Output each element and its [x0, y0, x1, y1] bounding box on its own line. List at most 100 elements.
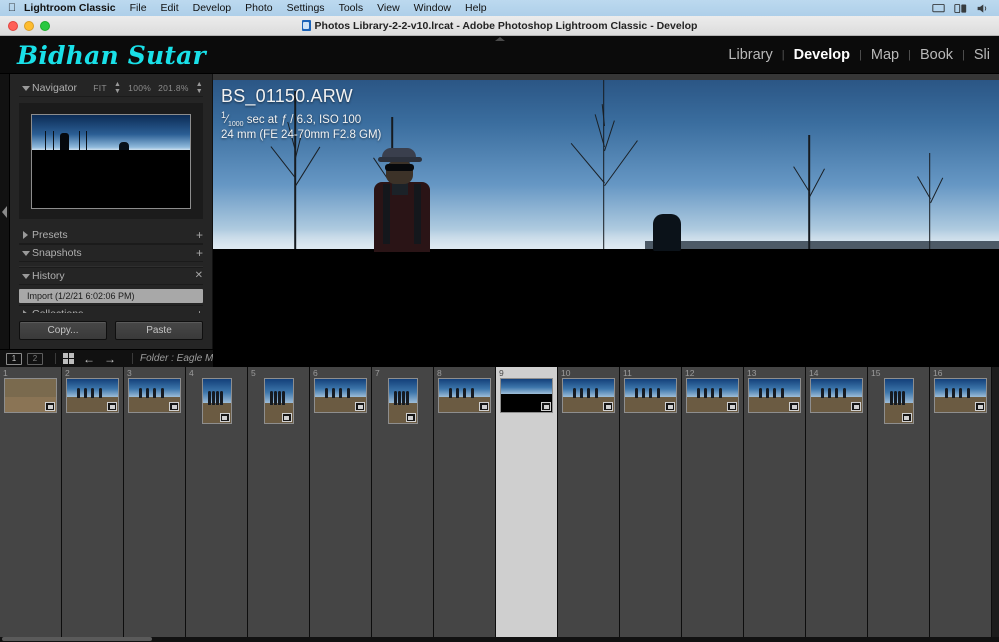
zoom-100-option[interactable]: 100%	[128, 83, 151, 93]
disclosure-triangle-icon[interactable]	[19, 273, 32, 279]
filmstrip-thumbnail-image[interactable]	[4, 378, 57, 413]
filmstrip-thumbnail[interactable]: 5	[248, 367, 310, 642]
filmstrip-thumbnail[interactable]: 16	[930, 367, 992, 642]
history-item-import[interactable]: Import (1/2/21 6:02:06 PM)	[19, 289, 203, 303]
left-panel-footer: Copy... Paste	[10, 313, 212, 349]
filmstrip-thumbnail-image[interactable]	[438, 378, 491, 413]
filmstrip-thumbnail-image[interactable]	[562, 378, 615, 413]
menu-file[interactable]: File	[123, 2, 154, 14]
module-slideshow[interactable]: Sli	[965, 47, 999, 63]
filmstrip-scroll-thumb[interactable]	[2, 637, 152, 641]
minimize-button[interactable]	[24, 20, 34, 31]
panel-collections[interactable]: Collections +	[19, 306, 203, 313]
menu-help[interactable]: Help	[458, 2, 494, 14]
disclosure-triangle-icon[interactable]	[19, 310, 32, 313]
zoom-fit-option[interactable]: FIT	[93, 83, 107, 93]
filmstrip-thumbnail[interactable]: 8	[434, 367, 496, 642]
filmstrip-thumbnail-image[interactable]	[934, 378, 987, 413]
add-snapshot-button[interactable]: +	[196, 247, 203, 259]
menu-app-name[interactable]: Lightroom Classic	[18, 2, 123, 14]
identity-plate-bar: Bidhan Sutar Library | Develop | Map | B…	[0, 36, 999, 74]
filmstrip-scrollbar[interactable]	[0, 637, 999, 642]
filmstrip-thumbnail[interactable]: 1	[0, 367, 62, 642]
filmstrip-thumbnail-image[interactable]	[201, 378, 232, 424]
module-book[interactable]: Book	[911, 47, 962, 63]
filmstrip-thumbnail[interactable]: 12	[682, 367, 744, 642]
filmstrip-thumbnail-index: 3	[127, 368, 132, 378]
menu-window[interactable]: Window	[407, 2, 458, 14]
module-map[interactable]: Map	[862, 47, 908, 63]
module-library[interactable]: Library	[719, 47, 781, 63]
panel-history[interactable]: History ✕ Import (1/2/21 6:02:06 PM)	[19, 268, 203, 306]
filmstrip-thumbnail-image[interactable]	[500, 378, 553, 413]
zoom-custom-option[interactable]: 201.8%	[158, 83, 189, 93]
filmstrip-thumbnail[interactable]: 4	[186, 367, 248, 642]
thumbnail-figure	[890, 391, 894, 405]
left-panel-collapse-strip[interactable]	[0, 74, 10, 349]
filmstrip-thumbnail[interactable]: 7	[372, 367, 434, 642]
thumbnail-figure	[897, 391, 901, 405]
navigator-thumbnail[interactable]	[31, 113, 191, 209]
disclosure-triangle-icon[interactable]	[19, 231, 32, 239]
navigator-preview[interactable]	[19, 103, 203, 219]
identity-plate[interactable]: Bidhan Sutar	[0, 41, 206, 70]
disclosure-triangle-icon[interactable]	[19, 85, 32, 91]
disclosure-triangle-icon[interactable]	[19, 250, 32, 256]
filmstrip-thumbnail[interactable]: 13	[744, 367, 806, 642]
filmstrip-thumbnail-image[interactable]	[66, 378, 119, 413]
menu-photo[interactable]: Photo	[238, 2, 279, 14]
filmstrip-thumbnail-image[interactable]	[387, 378, 418, 424]
go-back-button[interactable]: ←	[83, 353, 95, 365]
filmstrip-thumbnail[interactable]: 14	[806, 367, 868, 642]
menu-view[interactable]: View	[370, 2, 407, 14]
filmstrip-thumbnail[interactable]: 10	[558, 367, 620, 642]
filmstrip-thumbnail-image[interactable]	[128, 378, 181, 413]
panel-snapshots[interactable]: Snapshots +	[19, 245, 203, 268]
zoom-window-button[interactable]	[40, 20, 50, 31]
menu-edit[interactable]: Edit	[154, 2, 186, 14]
menu-settings[interactable]: Settings	[280, 2, 332, 14]
close-button[interactable]	[8, 20, 18, 31]
fit-stepper-icon[interactable]: ▲ ▼	[114, 81, 121, 95]
screen-share-icon[interactable]	[932, 3, 945, 14]
thumbnail-figure	[215, 391, 219, 405]
paste-button[interactable]: Paste	[115, 321, 203, 340]
grid-view-icon[interactable]	[63, 353, 74, 364]
filmstrip-thumbnail[interactable]: 9	[496, 367, 558, 642]
module-develop[interactable]: Develop	[785, 47, 859, 63]
filmstrip-thumbnail-index: 8	[437, 368, 442, 378]
filmstrip-thumbnail[interactable]: 15	[868, 367, 930, 642]
filmstrip-thumbnail-image[interactable]	[748, 378, 801, 413]
filmstrip-thumbnail-image[interactable]	[810, 378, 863, 413]
filmstrip[interactable]: 1 2 3 4 5 6 7 8 9 10 11 12 13 14 15 16	[0, 367, 999, 642]
volume-icon[interactable]	[976, 3, 989, 14]
menu-develop[interactable]: Develop	[186, 2, 239, 14]
custom-zoom-stepper-icon[interactable]: ▲ ▼	[196, 81, 203, 95]
copy-button[interactable]: Copy...	[19, 321, 107, 340]
thumbnail-figure	[966, 388, 970, 399]
filmstrip-thumbnail-image[interactable]	[263, 378, 294, 424]
add-preset-button[interactable]: +	[196, 229, 203, 241]
control-center-icon[interactable]	[954, 3, 967, 14]
divider	[55, 353, 56, 364]
add-collection-button[interactable]: +	[196, 308, 203, 313]
go-forward-button[interactable]: →	[104, 353, 116, 365]
menu-tools[interactable]: Tools	[332, 2, 371, 14]
apple-menu-icon[interactable]: 	[6, 2, 18, 14]
top-panel-collapse-arrow[interactable]	[494, 37, 505, 41]
filmstrip-thumbnail[interactable]: 6	[310, 367, 372, 642]
navigator-header[interactable]: Navigator FIT ▲ ▼ 100% 201.8% ▲ ▼	[19, 80, 203, 97]
filmstrip-thumbnail-image[interactable]	[314, 378, 367, 413]
chevron-left-icon[interactable]	[2, 205, 7, 218]
filmstrip-thumbnail[interactable]: 11	[620, 367, 682, 642]
clear-history-button[interactable]: ✕	[195, 271, 203, 281]
photo-lens-line: 24 mm (FE 24-70mm F2.8 GM)	[221, 129, 382, 142]
filmstrip-thumbnail[interactable]: 2	[62, 367, 124, 642]
filmstrip-thumbnail-image[interactable]	[686, 378, 739, 413]
filmstrip-thumbnail-image[interactable]	[883, 378, 914, 424]
filmstrip-thumbnail-image[interactable]	[624, 378, 677, 413]
panel-presets[interactable]: Presets +	[19, 227, 203, 245]
second-window-button[interactable]: 2	[27, 352, 43, 365]
filmstrip-thumbnail[interactable]: 3	[124, 367, 186, 642]
main-window-button[interactable]: 1	[6, 352, 22, 365]
